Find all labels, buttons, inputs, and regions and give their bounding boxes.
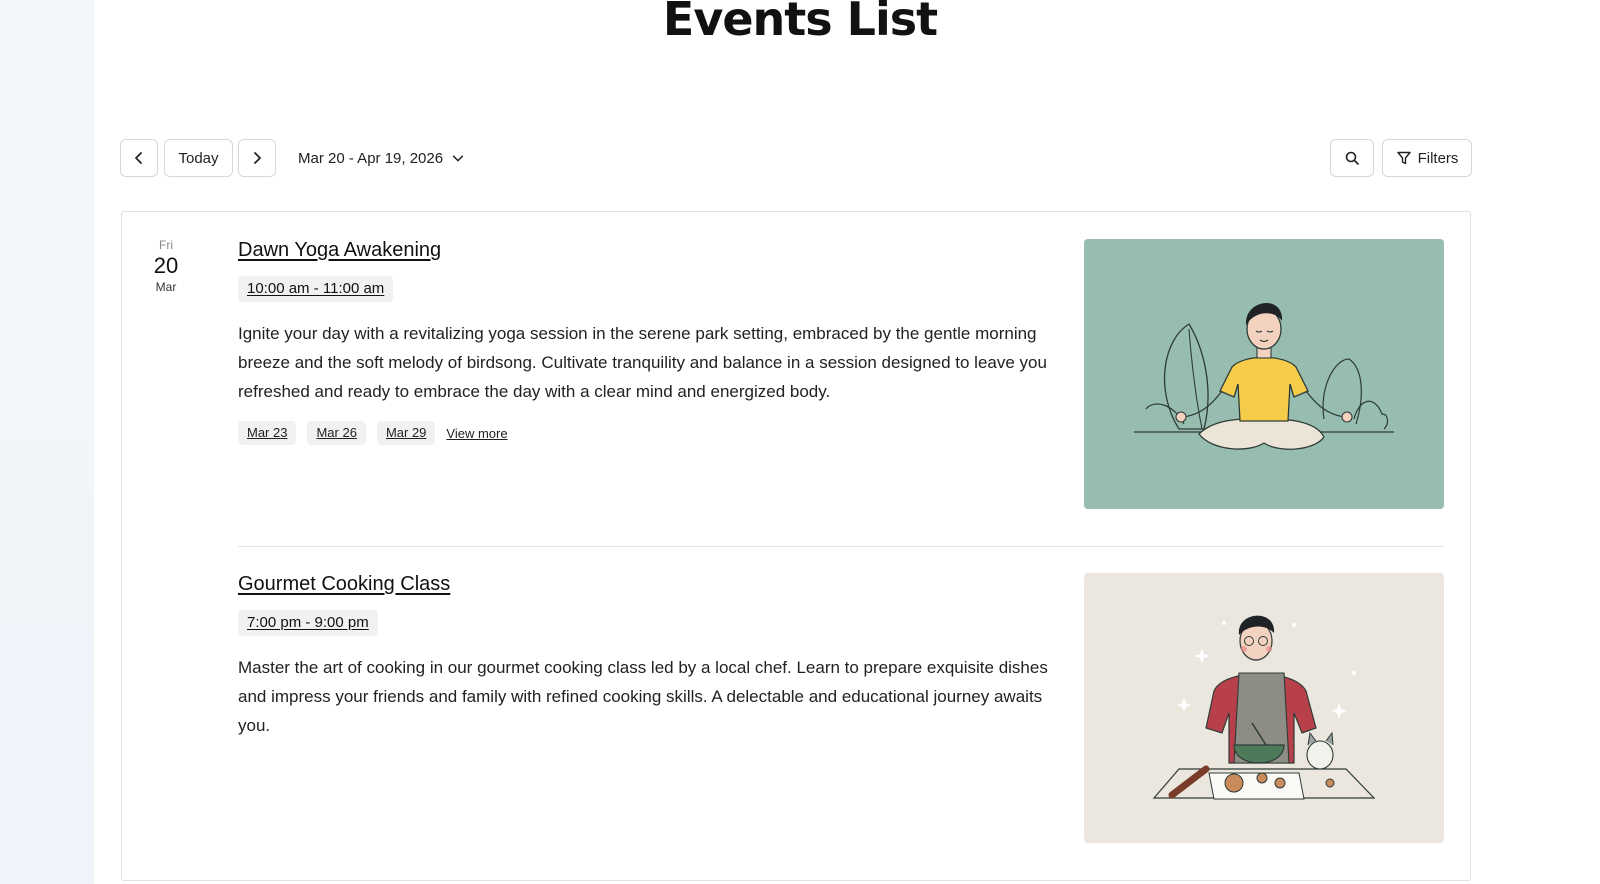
previous-button[interactable] xyxy=(120,139,158,177)
event-time-link[interactable]: 7:00 pm - 9:00 pm xyxy=(238,610,378,636)
recurring-date-chip[interactable]: Mar 23 xyxy=(238,421,297,445)
today-button[interactable]: Today xyxy=(164,139,233,177)
chevron-right-icon xyxy=(254,152,261,164)
date-month: Mar xyxy=(155,280,177,294)
event-item: Gourmet Cooking Class 7:00 pm - 9:00 pm … xyxy=(238,573,1444,843)
date-range-label: Mar 20 - Apr 19, 2026 xyxy=(298,149,444,167)
event-time-link[interactable]: 10:00 am - 11:00 am xyxy=(238,276,394,302)
view-more-link[interactable]: View more xyxy=(446,426,507,441)
event-image-cooking[interactable] xyxy=(1084,573,1444,843)
event-description: Ignite your day with a revitalizing yoga… xyxy=(238,324,1047,401)
page-title: Events List xyxy=(662,0,938,46)
date-range-picker[interactable]: Mar 20 - Apr 19, 2026 xyxy=(298,139,465,177)
chevron-left-icon xyxy=(135,152,142,164)
event-item: Dawn Yoga Awakening 10:00 am - 11:00 am … xyxy=(238,239,1444,509)
events-toolbar: Today Mar 20 - Apr 19, 2026 Filters xyxy=(120,139,1472,177)
event-image-yoga[interactable] xyxy=(1084,239,1444,509)
event-title-link[interactable]: Gourmet Cooking Class xyxy=(238,573,450,596)
next-button[interactable] xyxy=(238,139,276,177)
filter-icon xyxy=(1396,151,1411,165)
event-divider xyxy=(238,546,1444,547)
search-button[interactable] xyxy=(1330,139,1374,177)
yoga-illustration xyxy=(1084,239,1444,509)
filters-button[interactable]: Filters xyxy=(1382,139,1472,177)
event-description: Master the art of cooking in our gourmet… xyxy=(238,658,1048,735)
chevron-down-icon xyxy=(452,155,464,162)
cooking-illustration xyxy=(1084,573,1444,843)
event-title-link[interactable]: Dawn Yoga Awakening xyxy=(238,239,441,262)
date-group-header: Fri 20 Mar xyxy=(122,238,210,294)
date-day-number: 20 xyxy=(153,253,179,278)
filters-label: Filters xyxy=(1417,149,1459,167)
date-day-of-week: Fri xyxy=(159,238,173,252)
recurring-date-chip[interactable]: Mar 26 xyxy=(307,421,366,445)
side-background xyxy=(0,0,94,884)
search-icon xyxy=(1345,151,1359,165)
recurring-dates: Mar 23 Mar 26 Mar 29 View more xyxy=(238,421,508,445)
recurring-date-chip[interactable]: Mar 29 xyxy=(376,421,436,445)
events-list: Fri 20 Mar Dawn Yoga Awakening 10:00 am … xyxy=(121,211,1471,881)
